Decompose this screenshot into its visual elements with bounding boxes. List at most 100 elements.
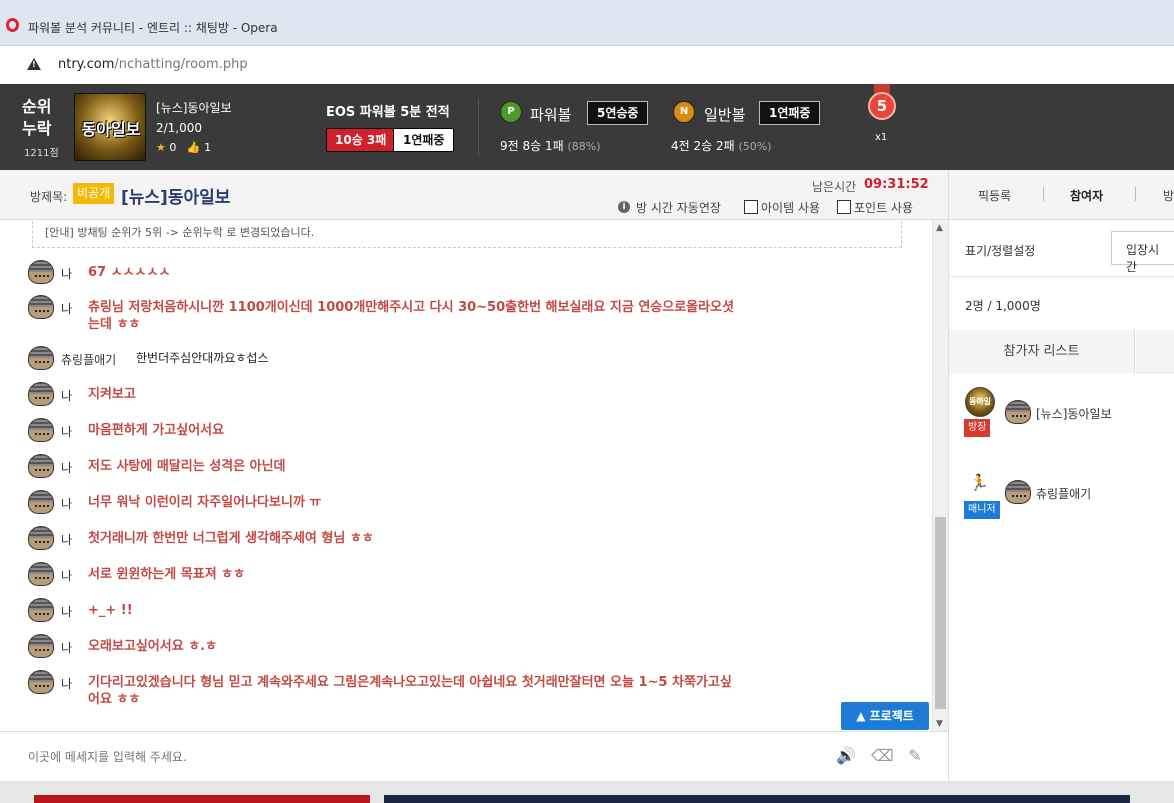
user-avatar[interactable] [28,562,54,586]
auto-extend-label: 방 시간 자동연장 [636,201,721,215]
room-title-label: 방제목: [30,190,68,204]
user-avatar[interactable] [28,526,54,550]
point-use-label: 포인트 사용 [854,201,914,215]
tab-participant-list[interactable]: 참가자 리스트 [949,330,1135,373]
user-avatar[interactable] [28,295,54,319]
message-text: 한번더주심안대까요ㅎ섭스 [136,351,269,365]
opera-logo-icon [6,18,19,32]
message-author[interactable]: 나 [61,495,72,512]
powerball-pct: (88%) [567,140,601,153]
message-text: 67 ㅅㅅㅅㅅㅅ [88,265,171,280]
url-text[interactable]: ntry.com/nchatting/room.php [58,57,248,72]
thumbs-up-icon: 👍 [186,141,201,154]
message-author[interactable]: 나 [61,567,72,584]
powerball-record-text: 9전 8승 1패 [500,139,564,153]
message-author[interactable]: 나 [61,531,72,548]
tab-separator [1043,187,1044,201]
user-avatar[interactable] [28,260,54,284]
ad-banner-right[interactable] [384,795,1130,803]
user-avatar[interactable] [28,490,54,514]
tab-pick-register[interactable]: 픽등록 [978,187,1011,204]
message-text: 너무 워낙 이런이리 자주일어나다보니까 ㅠ [88,495,322,510]
message-text: 지켜보고 [88,387,136,402]
normalball-record: 4전 2승 2패 (50%) [671,137,772,154]
user-avatar[interactable] [1005,480,1031,504]
tab-secondary[interactable] [1136,330,1174,373]
user-avatar[interactable] [1005,400,1031,424]
address-bar[interactable]: ntry.com/nchatting/room.php [0,46,1174,84]
chat-log[interactable]: [안내] 방채팅 순위가 5위 -> 순위누락 로 변경되었습니다. 나 67 … [0,220,932,731]
medal-count: x1 [875,132,888,143]
panel-divider [949,276,1174,277]
normalball-label: 일반볼 [704,106,746,124]
user-avatar[interactable] [28,382,54,406]
rank-points: 1211점 [24,148,59,159]
message-text: +_+ !! [88,603,133,618]
item-use-label: 아이템 사용 [761,201,821,215]
tab-separator [1135,187,1136,201]
private-badge: 비공개 [73,183,115,204]
message-author[interactable]: 나 [61,300,72,317]
participants-panel: 표기/정렬설정 입장시간 2명 / 1,000명 참가자 리스트 동아일보 방장… [948,220,1174,781]
chat-scrollbar[interactable]: ▲ ▼ [932,220,948,731]
window-titlebar: 파워볼 분석 커뮤니티 - 엔트리 :: 채팅방 - Opera [0,0,1174,46]
message-author[interactable]: 츄링플애기 [61,351,116,368]
scroll-thumb[interactable] [935,517,946,709]
normalball-pct: (50%) [738,140,772,153]
powerball-icon: P [500,101,522,123]
powerball-label: 파워볼 [530,106,572,124]
header-divider [478,98,479,156]
user-avatar[interactable] [28,454,54,478]
ad-banner-left[interactable] [34,795,370,803]
powerball-record: 9전 8승 1패 (88%) [500,137,601,154]
speaker-icon[interactable]: 🔊 [836,746,856,766]
message-author[interactable]: 나 [61,675,72,692]
info-icon[interactable]: i [618,201,630,213]
magic-wand-icon[interactable]: ✎ [905,746,925,766]
manager-badge: 매니저 [964,501,1000,519]
tab-room[interactable]: 방 [1163,187,1174,204]
user-avatar[interactable] [28,670,54,694]
user-avatar[interactable] [28,346,54,370]
room-header: 순위누락 1211점 동아일보 [뉴스]동아일보 2/1,000 ★ 0 👍 1… [0,84,1174,170]
window-title: 파워볼 분석 커뮤니티 - 엔트리 :: 채팅방 - Opera [28,21,278,35]
participant-name[interactable]: 츄링플애기 [1036,485,1091,502]
star-icon: ★ [156,141,166,154]
user-avatar[interactable] [28,598,54,622]
scroll-up-arrow-icon[interactable]: ▲ [936,223,943,233]
message-author[interactable]: 나 [61,603,72,620]
message-author[interactable]: 나 [61,459,72,476]
message-text: 기다리고있겠습니다 형님 믿고 계속와주세요 그림은계속나오고있는데 아쉽네요 … [88,675,732,707]
host-thumbnail: 동아일보 [965,387,995,434]
item-use-checkbox[interactable] [744,200,758,214]
message-author[interactable]: 나 [61,423,72,440]
room-name: [뉴스]동아일보 [156,101,232,115]
remaining-time: 09:31:52 [864,177,929,192]
running-person-icon: 🏃 [969,473,989,492]
participant-name[interactable]: [뉴스]동아일보 [1036,405,1112,422]
message-author[interactable]: 나 [61,387,72,404]
user-avatar[interactable] [28,634,54,658]
message-text: 마음편하게 가고싶어서요 [88,423,225,438]
protect-button[interactable]: ▲ 프로젝트 [841,702,929,730]
tab-participants[interactable]: 참여자 [1070,187,1103,204]
room-stats: ★ 0 👍 1 [156,141,211,154]
rank-label: 순위누락 [22,97,52,138]
normalball-icon: N [673,101,695,123]
sort-select[interactable]: 입장시간 [1111,231,1174,274]
message-author[interactable]: 나 [61,265,72,282]
message-text: 츄링님 저랑처음하시니깐 1100개이신데 1000개만해주시고 다시 30~5… [88,300,735,332]
right-tabs: 픽등록 참여자 방 [948,170,1174,220]
not-secure-icon[interactable] [27,58,41,70]
powerball-streak: 5연승중 [587,101,649,125]
point-use-checkbox[interactable] [837,200,851,214]
eraser-icon[interactable]: ⌫ [871,746,894,766]
message-author[interactable]: 나 [61,639,72,656]
system-notice: [안내] 방채팅 순위가 5위 -> 순위누락 로 변경되었습니다. [32,220,902,248]
room-title-bar: 방제목: 비공개 [뉴스]동아일보 남은시간 09:31:52 i 방 시간 자… [0,170,948,220]
message-input[interactable] [26,744,806,770]
scroll-down-arrow-icon[interactable]: ▼ [936,719,943,729]
user-avatar[interactable] [28,418,54,442]
host-badge: 방장 [964,419,991,437]
sort-settings-label: 표기/정렬설정 [965,244,1036,258]
